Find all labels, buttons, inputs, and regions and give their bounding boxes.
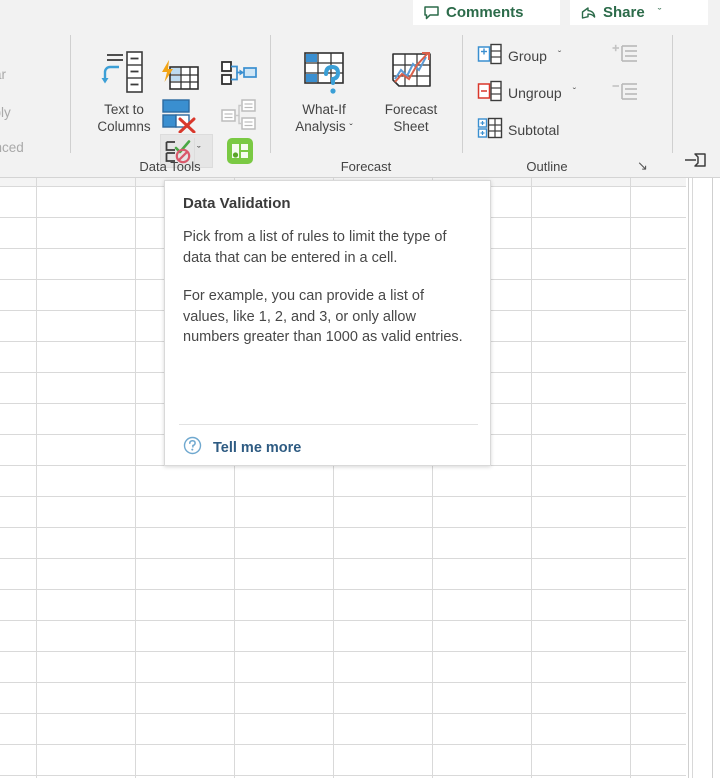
- grid-column-line: [630, 178, 631, 778]
- tooltip-paragraph-2: For example, you can provide a list of v…: [183, 288, 463, 345]
- grid-column-line: [36, 178, 37, 778]
- remove-duplicates-button[interactable]: [160, 97, 200, 138]
- grid-row-line: [0, 558, 686, 559]
- excel-window: Comments Share ˇ ar pply anced: [0, 0, 720, 778]
- scrollbar-thumb[interactable]: [693, 178, 712, 778]
- clear-button-truncated[interactable]: ar: [0, 67, 6, 82]
- text-to-columns-label-line2: Columns: [97, 119, 151, 134]
- grid-column-line: [135, 178, 136, 778]
- tooltip-body: Pick from a list of rules to limit the t…: [183, 227, 473, 366]
- tooltip-title: Data Validation: [183, 195, 291, 212]
- relationships-button: [220, 99, 258, 136]
- subtotal-label: Subtotal: [508, 121, 560, 138]
- grid-row-line: [0, 620, 686, 621]
- grid-row-line: [0, 682, 686, 683]
- tell-me-more-label: Tell me more: [213, 439, 302, 456]
- tell-me-more-link[interactable]: Tell me more: [183, 436, 301, 459]
- hide-detail-button: [612, 82, 638, 107]
- ungroup-button[interactable]: Ungroup ˇ: [477, 80, 576, 105]
- what-if-analysis-button[interactable]: What-If Analysis ˇ: [281, 47, 367, 137]
- text-to-columns-button[interactable]: Text to Columns: [84, 49, 164, 135]
- chevron-down-icon[interactable]: ˇ: [349, 123, 352, 134]
- group-label-forecast: Forecast: [340, 159, 392, 174]
- ungroup-label: Ungroup: [508, 84, 562, 101]
- group-icon: [477, 43, 503, 68]
- chevron-down-icon[interactable]: ˇ: [658, 7, 662, 19]
- outline-dialog-launcher[interactable]: ↘: [637, 158, 648, 174]
- scrollbar-thumb-edge: [712, 178, 713, 778]
- what-if-label-line2: Analysis ˇ: [295, 118, 352, 137]
- share-arrow-icon: [580, 5, 597, 21]
- grid-row-line: [0, 651, 686, 652]
- group-separator: [270, 35, 271, 153]
- group-separator: [70, 35, 71, 153]
- subtotal-icon: [477, 117, 503, 142]
- forecast-sheet-icon: [386, 49, 436, 101]
- forecast-sheet-label-line1: Forecast: [384, 102, 438, 117]
- subtotal-button[interactable]: Subtotal: [477, 117, 559, 142]
- grid-column-line: [531, 178, 532, 778]
- group-separator: [672, 35, 673, 153]
- what-if-label-line1: What-If: [302, 102, 346, 117]
- group-label: Group: [508, 47, 547, 64]
- comments-button[interactable]: Comments: [413, 0, 560, 25]
- vertical-scrollbar[interactable]: [686, 178, 720, 778]
- share-button[interactable]: Share ˇ: [570, 0, 708, 25]
- ungroup-icon: [477, 80, 503, 105]
- chevron-down-icon[interactable]: ˇ: [558, 50, 561, 61]
- grid-row-line: [0, 589, 686, 590]
- comments-label: Comments: [446, 4, 524, 21]
- text-to-columns-label-line1: Text to: [104, 102, 144, 117]
- forecast-sheet-button[interactable]: Forecast Sheet: [372, 49, 450, 135]
- scrollbar-track-left-edge: [688, 178, 689, 778]
- hide-detail-icon: [612, 83, 638, 106]
- show-detail-icon: [612, 44, 638, 68]
- text-to-columns-icon: [99, 49, 149, 101]
- flash-fill-icon: [160, 60, 200, 97]
- what-if-analysis-label: Analysis: [295, 119, 346, 134]
- consolidate-icon: [220, 61, 258, 92]
- consolidate-button[interactable]: [220, 60, 258, 93]
- tooltip-divider: [179, 424, 478, 425]
- grid-row-line: [0, 775, 686, 776]
- group-button[interactable]: Group ˇ: [477, 43, 561, 68]
- grid-row-line: [0, 744, 686, 745]
- group-label-outline: Outline: [526, 159, 568, 174]
- forecast-sheet-label-line2: Sheet: [393, 119, 429, 134]
- top-right-command-bar: Comments Share ˇ: [0, 0, 720, 27]
- share-label: Share: [603, 4, 645, 21]
- pin-icon[interactable]: [683, 151, 711, 174]
- what-if-analysis-icon: [298, 47, 350, 101]
- advanced-button-truncated[interactable]: anced: [0, 140, 24, 155]
- reapply-button-truncated[interactable]: pply: [0, 105, 11, 120]
- data-validation-tooltip: Data Validation Pick from a list of rule…: [164, 180, 491, 466]
- help-circle-icon: [183, 436, 202, 459]
- chevron-down-icon[interactable]: ˇ: [197, 145, 201, 157]
- relationships-icon: [220, 99, 258, 135]
- grid-row-line: [0, 527, 686, 528]
- show-detail-button: [612, 44, 638, 69]
- group-separator: [462, 35, 463, 153]
- grid-row-line: [0, 713, 686, 714]
- flash-fill-button[interactable]: [160, 59, 200, 98]
- group-label-data-tools: Data Tools: [139, 159, 201, 174]
- comment-bubble-icon: [423, 5, 440, 21]
- tooltip-paragraph-1: Pick from a list of rules to limit the t…: [183, 229, 447, 266]
- ribbon: ar pply anced: [0, 27, 720, 178]
- chevron-down-icon[interactable]: ˇ: [573, 87, 576, 98]
- grid-row-line: [0, 496, 686, 497]
